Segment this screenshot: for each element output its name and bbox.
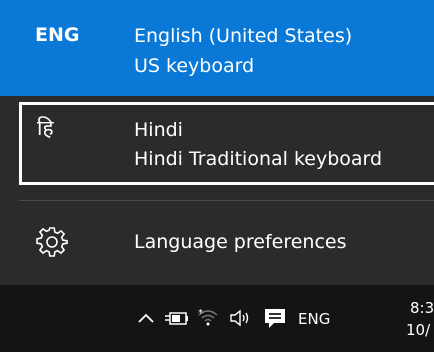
- clock-time[interactable]: 8:3: [410, 299, 434, 317]
- gear-icon: [36, 227, 68, 257]
- svg-text:*: *: [198, 308, 203, 319]
- language-code: ENG: [35, 24, 80, 46]
- input-indicator[interactable]: ENG: [298, 310, 330, 328]
- taskbar: * ENG 8:3 10/: [0, 285, 434, 352]
- wifi-icon[interactable]: *: [195, 305, 221, 331]
- divider: [19, 200, 434, 201]
- battery-plug-icon[interactable]: [163, 305, 189, 331]
- clock-date[interactable]: 10/: [406, 321, 430, 339]
- language-preferences-label: Language preferences: [134, 231, 347, 253]
- action-center-icon[interactable]: [262, 305, 288, 331]
- language-item-hindi[interactable]: हि Hindi Hindi Traditional keyboard: [0, 102, 434, 185]
- language-name: English (United States): [134, 25, 353, 47]
- keyboard-layout-name: US keyboard: [134, 55, 255, 77]
- language-flyout: ENG English (United States) US keyboard …: [0, 0, 434, 285]
- volume-icon[interactable]: [227, 305, 253, 331]
- language-glyph: हि: [37, 116, 54, 140]
- language-name: Hindi: [134, 119, 183, 141]
- language-item-english[interactable]: ENG English (United States) US keyboard: [0, 0, 434, 96]
- language-preferences-link[interactable]: Language preferences: [0, 214, 434, 270]
- keyboard-layout-name: Hindi Traditional keyboard: [134, 148, 383, 170]
- focus-ring: [19, 102, 434, 185]
- chevron-up-icon[interactable]: [133, 305, 159, 331]
